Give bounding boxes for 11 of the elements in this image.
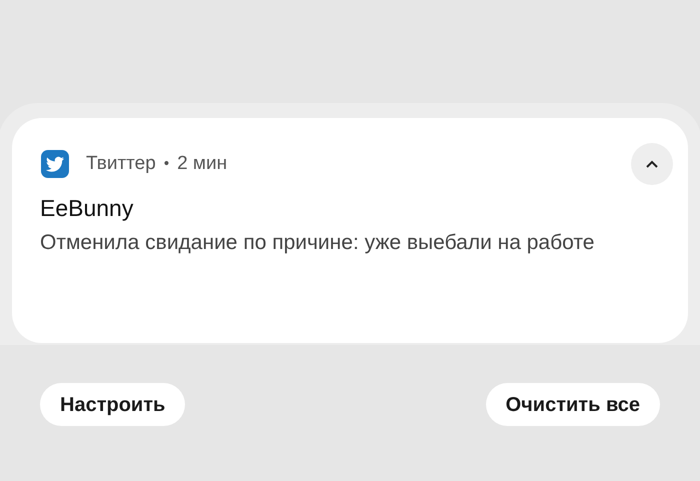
app-name: Твиттер: [86, 152, 156, 176]
bird-icon: [40, 149, 70, 179]
timestamp: 2 мин: [177, 152, 228, 176]
expand-button[interactable]: [631, 143, 673, 185]
notification-text: Отменила свидание по причине: уже выебали на работе: [40, 230, 596, 256]
separator-dot: •: [164, 154, 170, 174]
action-button[interactable]: Настроить: [40, 383, 186, 426]
notification-card[interactable]: Твиттер • 2 мин EeBunny Отменила свидание по причине: уже выебали на работе: [12, 118, 688, 343]
notification-title: EeBunny: [40, 194, 134, 223]
collapse-icon: [645, 160, 659, 168]
action-button[interactable]: Очистить все: [486, 383, 660, 426]
